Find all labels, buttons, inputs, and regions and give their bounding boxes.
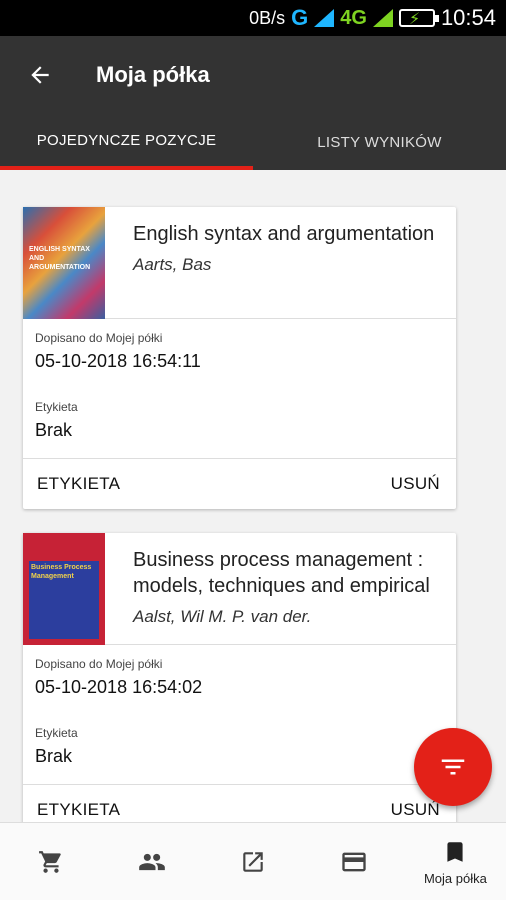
- book-title: English syntax and argumentation: [133, 223, 435, 245]
- remove-button[interactable]: USUŃ: [391, 800, 440, 820]
- nav-card[interactable]: [304, 823, 405, 900]
- battery-icon: ⚡: [398, 9, 439, 28]
- added-date: 05-10-2018 16:54:11: [35, 351, 201, 371]
- remove-button[interactable]: USUŃ: [391, 474, 440, 494]
- status-bar: 0B/s G 4G ⚡ 10:54: [0, 0, 506, 36]
- card-details: Dopisano do Mojej półki 05-10-2018 16:54…: [23, 645, 456, 785]
- card-details: Dopisano do Mojej półki 05-10-2018 16:54…: [23, 319, 456, 459]
- nav-people[interactable]: [101, 823, 202, 900]
- card-actions: ETYKIETA USUŃ: [23, 459, 456, 509]
- book-author: Aarts, Bas: [133, 255, 212, 274]
- bottom-navigation: Moja półka: [0, 822, 506, 900]
- card-header[interactable]: Business Process Management Business pro…: [23, 533, 456, 645]
- page-title: Moja półka: [96, 62, 210, 87]
- tab-bar: POJEDYNCZE POZYCJE LISTY WYNIKÓW: [0, 114, 506, 170]
- added-label: Dopisano do Mojej półki: [35, 657, 163, 671]
- nav-cart[interactable]: [0, 823, 101, 900]
- arrow-back-icon: [31, 66, 49, 84]
- cover-text: Business Process Management: [31, 564, 92, 580]
- nav-my-shelf[interactable]: Moja półka: [405, 823, 506, 900]
- book-author: Aalst, Wil M. P. van der.: [133, 607, 312, 626]
- book-info: English syntax and argumentation Aarts, …: [105, 207, 456, 318]
- signal-icon: [314, 9, 335, 27]
- tag-button[interactable]: ETYKIETA: [37, 474, 120, 494]
- nav-my-shelf-label: Moja półka: [423, 871, 487, 886]
- filter-icon: [441, 759, 465, 775]
- people-icon: [138, 853, 165, 870]
- tag-value: Brak: [35, 746, 73, 766]
- book-info: Business process management : models, te…: [105, 533, 456, 644]
- lte-label: 4G: [340, 6, 367, 29]
- filter-button[interactable]: [414, 728, 492, 806]
- network-speed: 0B/s: [249, 7, 286, 28]
- cart-icon: [38, 850, 61, 873]
- added-label: Dopisano do Mojej półki: [35, 331, 163, 345]
- cover-text: ENGLISH SYNTAX AND ARGUMENTATION: [29, 246, 91, 271]
- tag-label: Etykieta: [35, 400, 78, 414]
- tag-button[interactable]: ETYKIETA: [37, 800, 120, 820]
- shelf-list[interactable]: ENGLISH SYNTAX AND ARGUMENTATION English…: [0, 170, 506, 822]
- app-toolbar: Moja półka: [0, 36, 506, 114]
- open-external-icon: [243, 851, 263, 872]
- tag-label: Etykieta: [35, 726, 78, 740]
- back-button[interactable]: [0, 36, 80, 114]
- book-cover: Business Process Management: [23, 533, 105, 645]
- clock: 10:54: [440, 5, 496, 30]
- bookmark-icon: [447, 842, 463, 862]
- tag-value: Brak: [35, 420, 73, 440]
- shelf-item-card[interactable]: Business Process Management Business pro…: [23, 533, 456, 822]
- added-date: 05-10-2018 16:54:02: [35, 677, 203, 697]
- tab-single-items[interactable]: POJEDYNCZE POZYCJE: [0, 114, 253, 170]
- card-actions: ETYKIETA USUŃ: [23, 785, 456, 822]
- signal-icon-2: [372, 9, 393, 27]
- network-type: G: [291, 5, 309, 30]
- book-cover: ENGLISH SYNTAX AND ARGUMENTATION: [23, 207, 105, 319]
- shelf-item-card[interactable]: ENGLISH SYNTAX AND ARGUMENTATION English…: [23, 207, 456, 509]
- card-icon: [342, 852, 366, 871]
- card-header[interactable]: ENGLISH SYNTAX AND ARGUMENTATION English…: [23, 207, 456, 319]
- tab-result-lists[interactable]: LISTY WYNIKÓW: [253, 114, 506, 170]
- nav-external[interactable]: [202, 823, 303, 900]
- book-title: Business process management : models, te…: [133, 549, 430, 597]
